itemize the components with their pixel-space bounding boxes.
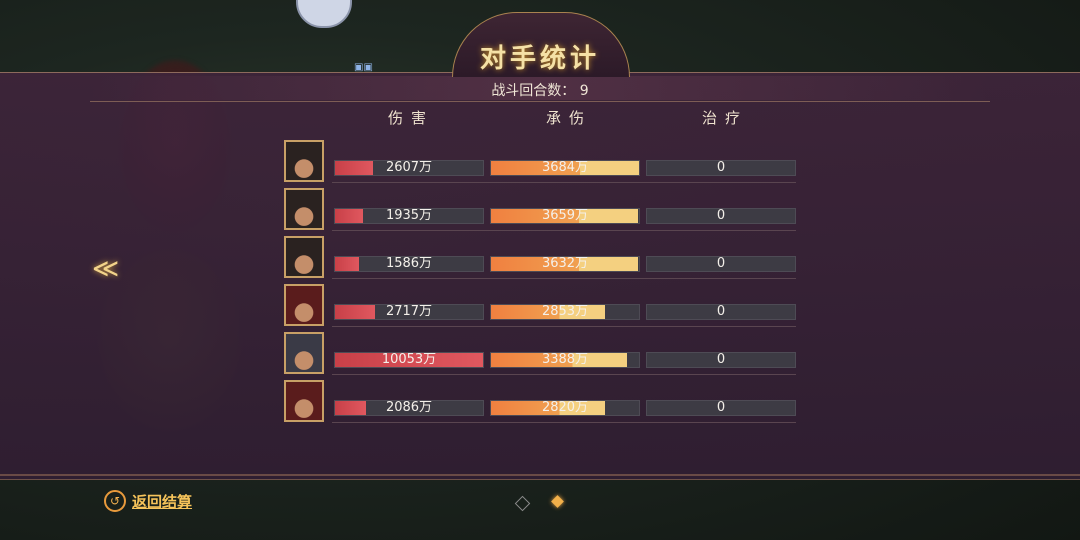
heal-bar: 0 [646, 352, 796, 368]
hero-avatar[interactable] [284, 188, 324, 230]
row-divider [332, 326, 796, 327]
damage-bar: 2607万 [334, 160, 484, 176]
taken-bar-value: 3684万 [541, 160, 589, 175]
rounds-value: 9 [579, 83, 589, 99]
taken-bar: 3659万 [490, 208, 640, 224]
damage-bar-value: 2607万 [385, 160, 433, 175]
row-divider [332, 230, 796, 231]
heal-bar-value: 0 [716, 400, 726, 415]
table-row: 2607万 3684万 0 [284, 140, 796, 184]
damage-bar-value: 10053万 [381, 352, 437, 367]
taken-bar-value: 2853万 [541, 304, 589, 319]
header-divider [90, 101, 990, 102]
table-row: 1935万 3659万 0 [284, 188, 796, 232]
table-row: 1586万 3632万 0 [284, 236, 796, 280]
damage-bar-value: 2717万 [385, 304, 433, 319]
row-divider [332, 182, 796, 183]
taken-bar: 3684万 [490, 160, 640, 176]
back-button-label: 返回结算 [132, 492, 193, 511]
taken-bar-value: 2820万 [541, 400, 589, 415]
hero-avatar[interactable] [284, 332, 324, 374]
column-header-taken: 承伤 [546, 109, 593, 127]
return-arrow-icon: ↺ [104, 490, 126, 512]
page-indicator-2[interactable] [551, 495, 564, 508]
damage-bar-value: 2086万 [385, 400, 433, 415]
taken-bar-value: 3388万 [541, 352, 589, 367]
hero-avatar[interactable] [284, 140, 324, 182]
damage-bar: 10053万 [334, 352, 484, 368]
damage-bar-value: 1935万 [385, 208, 433, 223]
column-header-damage: 伤害 [388, 109, 435, 127]
damage-bar: 2717万 [334, 304, 484, 320]
taken-bar: 3632万 [490, 256, 640, 272]
damage-bar: 2086万 [334, 400, 484, 416]
chevron-left-icon[interactable]: ≪ [92, 254, 119, 284]
row-divider [332, 422, 796, 423]
damage-bar-value: 1586万 [385, 256, 433, 271]
heal-bar-value: 0 [716, 256, 726, 271]
damage-bar: 1586万 [334, 256, 484, 272]
heal-bar: 0 [646, 400, 796, 416]
page-indicator-1[interactable] [514, 495, 531, 512]
heal-bar: 0 [646, 256, 796, 272]
hero-avatar[interactable] [284, 380, 324, 422]
heal-bar: 0 [646, 160, 796, 176]
battle-clock-icon [296, 0, 352, 28]
taken-bar-value: 3659万 [541, 208, 589, 223]
taken-bar: 2853万 [490, 304, 640, 320]
taken-bar: 3388万 [490, 352, 640, 368]
damage-bar: 1935万 [334, 208, 484, 224]
hero-avatar[interactable] [284, 284, 324, 326]
table-row: 2717万 2853万 0 [284, 284, 796, 328]
row-divider [332, 278, 796, 279]
heal-bar: 0 [646, 304, 796, 320]
taken-bar: 2820万 [490, 400, 640, 416]
battle-rounds: 战斗回合数： 9 [0, 80, 1080, 100]
page-title: 对手统计 [479, 44, 600, 74]
heal-bar-value: 0 [716, 160, 726, 175]
table-row: 2086万 2820万 0 [284, 380, 796, 424]
rounds-label: 战斗回合数： [491, 83, 576, 99]
heal-bar-value: 0 [716, 304, 726, 319]
column-header-heal: 治疗 [702, 109, 749, 127]
hero-avatar[interactable] [284, 236, 324, 278]
taken-bar-value: 3632万 [541, 256, 589, 271]
heal-bar-value: 0 [716, 208, 726, 223]
panel-bottom-divider [0, 474, 1080, 476]
table-row: 10053万 3388万 0 [284, 332, 796, 376]
heal-bar-value: 0 [716, 352, 726, 367]
row-divider [332, 374, 796, 375]
back-to-summary-button[interactable]: ↺ 返回结算 [104, 488, 192, 514]
heal-bar: 0 [646, 208, 796, 224]
